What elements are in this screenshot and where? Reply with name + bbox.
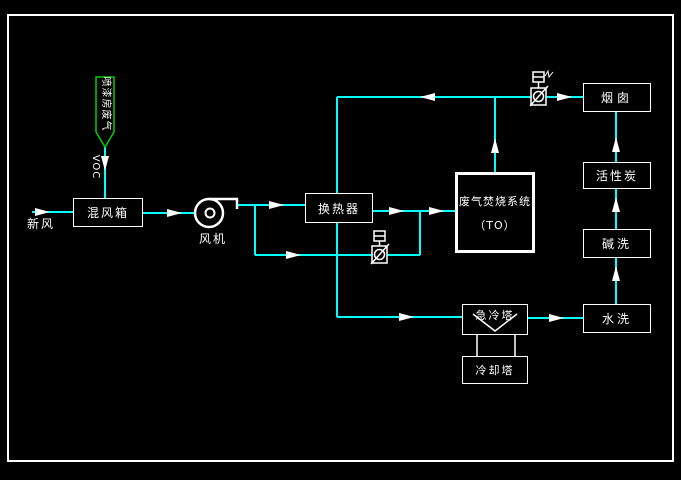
node-heat-exchanger: 换热器 bbox=[305, 193, 373, 223]
damper-valve-icon bbox=[530, 71, 553, 106]
node-activated-carbon: 活性炭 bbox=[583, 162, 651, 189]
damper-valve-icon bbox=[371, 231, 389, 264]
arrow-right-icon bbox=[269, 201, 284, 209]
node-mixing-box: 混风箱 bbox=[73, 198, 143, 227]
arrow-right-icon bbox=[557, 93, 572, 101]
source-flag-label: 喷漆房废气 bbox=[98, 74, 112, 134]
node-label: 换热器 bbox=[318, 200, 360, 217]
arrow-up-icon bbox=[491, 138, 499, 153]
arrow-down-icon bbox=[101, 156, 109, 171]
fresh-air-label: 新风 bbox=[27, 215, 55, 232]
arrow-right-icon bbox=[389, 207, 404, 215]
piping-layer bbox=[0, 0, 681, 480]
node-sublabel: （TO） bbox=[474, 217, 515, 233]
arrow-right-icon bbox=[167, 209, 182, 217]
node-label: 混风箱 bbox=[87, 204, 129, 221]
node-label: 活性炭 bbox=[596, 167, 638, 184]
arrow-right-icon bbox=[399, 313, 414, 321]
node-incinerator-to: 废气焚烧系统 （TO） bbox=[455, 172, 535, 253]
node-quench-tower: 急冷塔 bbox=[462, 304, 528, 335]
fan-label: 风机 bbox=[199, 230, 227, 247]
node-alkali-wash: 碱洗 bbox=[583, 229, 651, 258]
arrow-right-icon bbox=[286, 251, 301, 259]
voc-label: VOC bbox=[89, 150, 101, 184]
arrow-up-icon bbox=[612, 137, 620, 152]
cad-drawing-canvas: 混风箱 换热器 废气焚烧系统 （TO） 烟囱 活性炭 碱洗 水洗 急冷塔 冷却塔… bbox=[0, 0, 681, 480]
arrow-left-icon bbox=[420, 93, 435, 101]
arrow-up-icon bbox=[612, 197, 620, 212]
node-label: 急冷塔 bbox=[476, 307, 515, 323]
arrow-right-icon bbox=[429, 207, 444, 215]
node-label: 废气焚烧系统 bbox=[459, 193, 531, 209]
node-water-wash: 水洗 bbox=[583, 304, 651, 333]
arrow-up-icon bbox=[612, 266, 620, 281]
node-label: 烟囱 bbox=[601, 89, 633, 106]
node-label: 冷却塔 bbox=[476, 362, 515, 378]
node-label: 水洗 bbox=[602, 310, 632, 327]
fan-icon bbox=[195, 199, 237, 227]
node-label: 碱洗 bbox=[602, 235, 632, 252]
arrow-right-icon bbox=[549, 314, 564, 322]
node-chimney: 烟囱 bbox=[583, 83, 651, 112]
node-cooling-tower: 冷却塔 bbox=[462, 356, 528, 384]
